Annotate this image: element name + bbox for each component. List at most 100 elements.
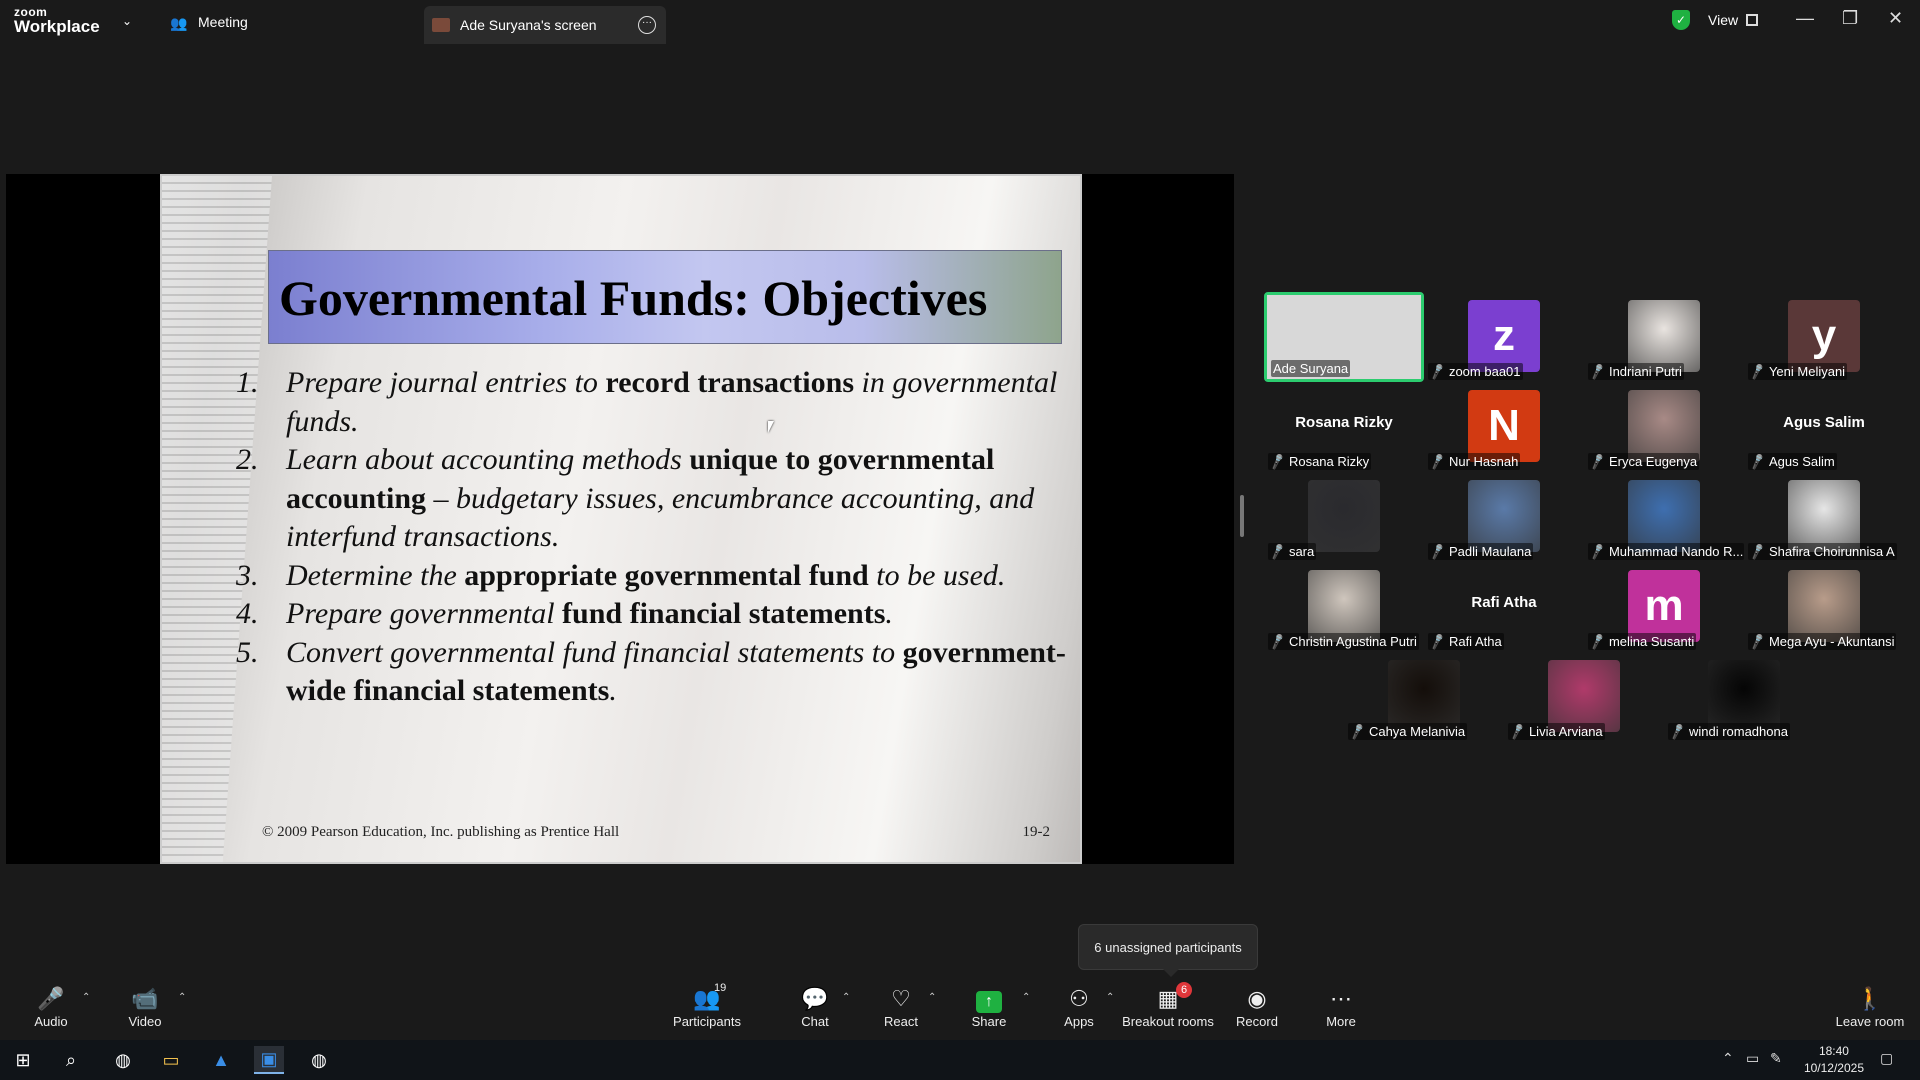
- participant-tile[interactable]: Agus Salim 🎤 Agus Salim: [1744, 382, 1904, 472]
- zoom-app-icon[interactable]: ▣: [254, 1046, 284, 1074]
- chrome-profile-icon[interactable]: ◍: [304, 1046, 334, 1074]
- objective-bold-text: fund financial statements: [562, 597, 886, 630]
- participant-tile[interactable]: 🎤 Christin Agustina Putri: [1264, 562, 1424, 652]
- participant-tile[interactable]: y 🎤 Yeni Meliyani: [1744, 292, 1904, 382]
- share-caret-icon[interactable]: ⌃: [1022, 992, 1030, 1003]
- restore-icon[interactable]: ❐: [1842, 8, 1858, 29]
- participants-button[interactable]: 👥 19 Participants: [662, 982, 752, 1029]
- participant-tile[interactable]: N 🎤 Nur Hasnah: [1424, 382, 1584, 472]
- objective-number: 3.: [236, 558, 259, 592]
- search-icon[interactable]: ⌕: [56, 1046, 86, 1074]
- more-button[interactable]: ⋯ More: [1296, 984, 1386, 1029]
- participant-tile[interactable]: z 🎤 zoom baa01: [1424, 292, 1584, 382]
- apps-caret-icon[interactable]: ⌃: [1106, 992, 1114, 1003]
- participants-count: 19: [714, 982, 727, 994]
- apps-button[interactable]: ⚇ Apps ⌃: [1034, 984, 1124, 1029]
- participant-video-thumbnail: [1548, 660, 1620, 732]
- objective-text: Learn about accounting methods: [286, 443, 690, 476]
- more-label: More: [1326, 1014, 1356, 1029]
- participant-initial-avatar: z: [1468, 300, 1540, 372]
- share-screen-icon: ↑: [976, 991, 1002, 1013]
- chrome-icon[interactable]: ◍: [108, 1046, 138, 1074]
- video-button[interactable]: 📹 Video ⌃: [100, 984, 190, 1029]
- share-button[interactable]: ↑ Share ⌃: [944, 984, 1034, 1029]
- participant-name-label: 🎤 zoom baa01: [1428, 363, 1523, 380]
- participant-tile[interactable]: Rosana Rizky 🎤 Rosana Rizky: [1264, 382, 1424, 472]
- objective-bold-text: appropriate governmental fund: [464, 558, 869, 592]
- participant-name-label: 🎤 Padli Maulana: [1428, 543, 1534, 560]
- tray-chevron-icon[interactable]: ⌃: [1722, 1050, 1734, 1067]
- mic-muted-icon: 🎤: [1748, 453, 1767, 470]
- participant-tile[interactable]: 🎤 sara: [1264, 472, 1424, 562]
- participant-name: Muhammad Nando R...: [1608, 544, 1744, 559]
- breakout-tooltip: 6 unassigned participants: [1078, 924, 1258, 977]
- participant-video-thumbnail: [1308, 570, 1380, 642]
- pen-icon[interactable]: ✎: [1770, 1050, 1782, 1067]
- file-explorer-icon[interactable]: ▭: [156, 1046, 186, 1074]
- participant-video-thumbnail: [1788, 480, 1860, 552]
- more-options-icon[interactable]: ···: [638, 16, 656, 34]
- mic-muted-icon: 🎤: [1748, 633, 1767, 650]
- participant-tile[interactable]: 🎤 windi romadhona: [1664, 652, 1824, 742]
- mic-muted-icon: 🎤: [1588, 453, 1607, 470]
- objective-number: 4.: [236, 597, 259, 630]
- app-store-icon[interactable]: ▲: [206, 1046, 236, 1074]
- participant-tile[interactable]: 🎤 Shafira Choirunnisa A: [1744, 472, 1904, 562]
- objective-text: .: [885, 597, 893, 630]
- encryption-shield-icon[interactable]: ✓: [1672, 10, 1690, 30]
- objective-text: Determine the: [286, 558, 465, 592]
- react-button[interactable]: ♡ React ⌃: [856, 984, 946, 1029]
- chevron-down-icon[interactable]: ⌄: [122, 14, 132, 28]
- objective-text: to be used.: [868, 558, 1006, 592]
- objectives-list: 1. Prepare journal entries to record tran…: [236, 364, 1066, 711]
- close-icon[interactable]: ✕: [1888, 8, 1903, 29]
- gallery-resize-handle[interactable]: [1240, 495, 1244, 537]
- record-label: Record: [1236, 1014, 1278, 1029]
- apps-label: Apps: [1064, 1014, 1094, 1029]
- slide-number: 19-2: [1022, 824, 1051, 840]
- record-button[interactable]: ◉ Record: [1212, 984, 1302, 1029]
- leave-label: Leave room: [1835, 1014, 1905, 1029]
- participant-tile[interactable]: 🎤 Mega Ayu - Akuntansi: [1744, 562, 1904, 652]
- participant-tile[interactable]: 🎤 Indriani Putri: [1584, 292, 1744, 382]
- clock-date: 10/12/2025: [1803, 1061, 1864, 1075]
- chat-caret-icon[interactable]: ⌃: [842, 992, 850, 1003]
- breakout-rooms-button[interactable]: ▦ 6 Breakout rooms: [1122, 982, 1214, 1029]
- participant-tile[interactable]: 🎤 Muhammad Nando R...: [1584, 472, 1744, 562]
- participant-name: Eryca Eugenya: [1608, 454, 1698, 469]
- view-label: View: [1708, 12, 1739, 28]
- participant-name: Rafi Atha: [1448, 634, 1502, 649]
- network-icon[interactable]: ▭: [1746, 1050, 1759, 1067]
- objective-text: .: [609, 674, 617, 707]
- participant-tile[interactable]: Ade Suryana: [1264, 292, 1424, 382]
- tab-meeting[interactable]: 👥 Meeting: [170, 0, 248, 44]
- slide-copyright: © 2009 Pearson Education, Inc. publishin…: [262, 824, 620, 840]
- tab-shared-screen[interactable]: Ade Suryana's screen ···: [424, 6, 666, 44]
- chat-button[interactable]: 💬 Chat ⌃: [770, 984, 860, 1029]
- participants-icon: 👥: [693, 986, 721, 1011]
- participant-tile[interactable]: m 🎤 melina Susanti: [1584, 562, 1744, 652]
- mic-muted-icon: 🎤: [1508, 723, 1527, 740]
- windows-start-icon[interactable]: ⊞: [8, 1046, 38, 1074]
- participants-label: Participants: [673, 1014, 741, 1029]
- minimize-icon[interactable]: —: [1796, 8, 1814, 29]
- participant-tile[interactable]: 🎤 Livia Arviana: [1504, 652, 1664, 742]
- mouse-cursor-icon: [768, 421, 780, 433]
- participant-tile[interactable]: 🎤 Padli Maulana: [1424, 472, 1584, 562]
- view-button[interactable]: View: [1708, 12, 1759, 28]
- system-clock[interactable]: 18:40 10/12/2025: [1804, 1043, 1864, 1077]
- notifications-icon[interactable]: ▢: [1880, 1050, 1893, 1067]
- participant-video-thumbnail: [1468, 480, 1540, 552]
- participant-tile[interactable]: 🎤 Cahya Melanivia: [1344, 652, 1504, 742]
- participant-display-name: Rafi Atha: [1471, 594, 1537, 611]
- participant-tile[interactable]: Rafi Atha 🎤 Rafi Atha: [1424, 562, 1584, 652]
- participant-tile[interactable]: 🎤 Eryca Eugenya: [1584, 382, 1744, 472]
- participant-display-name: Agus Salim: [1783, 414, 1865, 431]
- audio-button[interactable]: 🎤 Audio ⌃: [6, 984, 96, 1029]
- objective-bold-text: record transactions: [605, 366, 854, 399]
- screen-share-icon: [432, 18, 450, 32]
- react-caret-icon[interactable]: ⌃: [928, 992, 936, 1003]
- audio-caret-icon[interactable]: ⌃: [82, 992, 90, 1003]
- leave-room-button[interactable]: 🚶 Leave room: [1824, 984, 1916, 1029]
- video-caret-icon[interactable]: ⌃: [178, 992, 186, 1003]
